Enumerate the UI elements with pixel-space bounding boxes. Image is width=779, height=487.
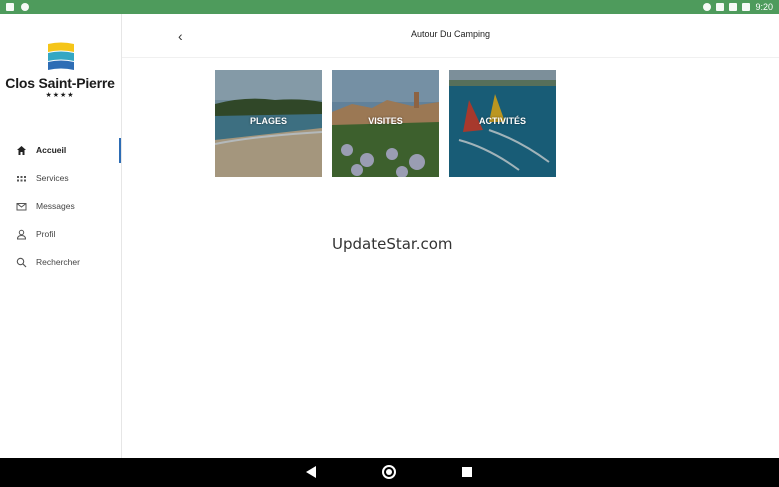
sidebar-item-profil[interactable]: Profil xyxy=(0,220,121,248)
search-icon xyxy=(16,257,27,268)
mail-icon xyxy=(16,201,27,212)
sidebar-item-services[interactable]: Services xyxy=(0,164,121,192)
back-triangle-icon[interactable] xyxy=(306,466,316,478)
category-tiles: PLAGES VISITES ACTIVITÉS xyxy=(215,70,556,177)
sidebar-item-label: Accueil xyxy=(36,145,67,155)
home-icon xyxy=(16,145,27,156)
tile-plages[interactable]: PLAGES xyxy=(215,70,322,177)
watermark: UpdateStar.com xyxy=(332,235,453,253)
grid-icon xyxy=(16,173,27,184)
image-notification-icon xyxy=(6,3,14,11)
tile-label: VISITES xyxy=(368,116,403,126)
wifi-icon xyxy=(729,3,738,11)
sidebar-item-label: Profil xyxy=(36,229,56,239)
sidebar-nav: Accueil Services Messages Profil Recherc… xyxy=(0,136,121,276)
brand-stars: ★★★★ xyxy=(45,92,75,99)
sidebar: Clos Saint-Pierre ★★★★ Accueil Services … xyxy=(0,14,122,458)
vibrate-icon xyxy=(716,3,725,11)
status-time: 9:20 xyxy=(755,2,773,12)
sidebar-item-messages[interactable]: Messages xyxy=(0,192,121,220)
tile-visites[interactable]: VISITES xyxy=(332,70,439,177)
battery-icon xyxy=(742,3,751,11)
sidebar-item-label: Rechercher xyxy=(36,257,80,267)
android-nav-bar xyxy=(0,458,779,487)
sidebar-item-label: Services xyxy=(36,173,69,183)
sidebar-item-label: Messages xyxy=(36,201,75,211)
recent-apps-icon[interactable] xyxy=(462,467,472,477)
brand-logo xyxy=(48,42,74,70)
tile-label: ACTIVITÉS xyxy=(478,116,526,126)
sidebar-item-rechercher[interactable]: Rechercher xyxy=(0,248,121,276)
brand-name: Clos Saint-Pierre xyxy=(5,75,115,91)
page-header: ‹ Autour Du Camping xyxy=(122,14,779,58)
home-circle-icon[interactable] xyxy=(382,465,396,479)
tile-label: PLAGES xyxy=(249,116,287,126)
tile-activites[interactable]: ACTIVITÉS xyxy=(449,70,556,177)
sidebar-item-accueil[interactable]: Accueil xyxy=(0,136,121,164)
status-bar: 9:20 xyxy=(0,0,779,14)
bluetooth-icon xyxy=(703,3,712,11)
person-icon xyxy=(16,229,27,240)
notification-icon xyxy=(21,3,29,11)
page-title: Autour Du Camping xyxy=(410,29,491,39)
